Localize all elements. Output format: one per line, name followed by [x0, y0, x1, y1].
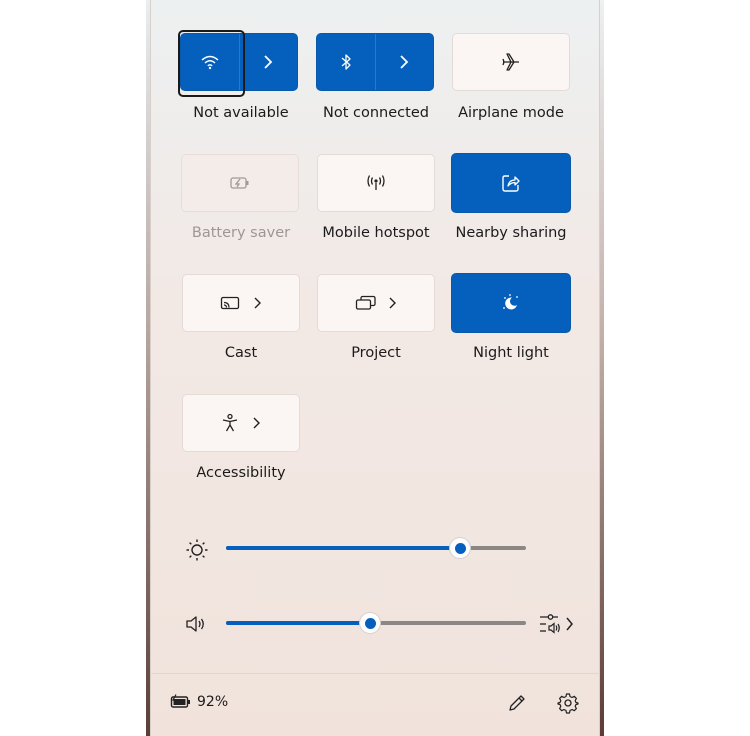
mobile-hotspot-tile[interactable]	[317, 154, 435, 212]
footer-divider	[150, 673, 600, 674]
project-tile[interactable]	[317, 274, 435, 332]
audio-output-button[interactable]	[538, 612, 574, 636]
speaker-icon[interactable]	[185, 614, 207, 634]
cast-tile[interactable]	[182, 274, 300, 332]
wifi-expand-button[interactable]	[240, 34, 298, 90]
night-light-label: Night light	[473, 345, 549, 361]
desktop-background-left	[0, 0, 150, 736]
airplane-icon	[502, 53, 519, 71]
battery-saver-icon	[230, 177, 249, 189]
battery-status[interactable]: 92%	[170, 694, 228, 710]
bluetooth-toggle-button[interactable]	[317, 34, 376, 90]
night-light-tile[interactable]	[451, 273, 571, 333]
desktop-background-right	[600, 0, 750, 736]
chevron-right-icon	[254, 297, 261, 309]
bluetooth-expand-button[interactable]	[376, 34, 434, 90]
battery-saver-tile[interactable]	[181, 154, 299, 212]
nearby-sharing-label: Nearby sharing	[455, 225, 567, 241]
airplane-mode-label: Airplane mode	[458, 105, 564, 121]
keyboard-focus-ring	[178, 30, 245, 97]
pencil-icon[interactable]	[507, 693, 527, 713]
volume-slider-thumb[interactable]	[360, 613, 380, 633]
bluetooth-icon	[341, 54, 351, 70]
brightness-icon	[186, 539, 208, 561]
chevron-right-icon	[566, 617, 573, 631]
gear-icon[interactable]	[557, 692, 579, 714]
bluetooth-tile	[316, 33, 434, 91]
share-icon	[502, 175, 520, 192]
accessibility-tile[interactable]	[182, 394, 300, 452]
accessibility-label: Accessibility	[196, 465, 286, 481]
audio-mixer-icon	[540, 614, 560, 634]
volume-slider-fill	[226, 621, 370, 625]
chevron-right-icon	[400, 55, 409, 69]
cast-icon	[220, 296, 240, 310]
chevron-right-icon	[264, 55, 273, 69]
night-light-icon	[503, 294, 518, 310]
accessibility-icon	[222, 413, 238, 432]
nearby-sharing-tile[interactable]	[451, 153, 571, 213]
hotspot-icon	[367, 175, 385, 190]
brightness-slider-fill	[226, 546, 460, 550]
battery-charging-icon	[170, 694, 190, 708]
chevron-right-icon	[253, 417, 260, 429]
project-icon	[355, 295, 376, 310]
chevron-right-icon	[389, 297, 396, 309]
brightness-slider-thumb[interactable]	[450, 538, 470, 558]
battery-percentage: 92%	[197, 694, 229, 710]
airplane-mode-tile[interactable]	[452, 33, 570, 91]
